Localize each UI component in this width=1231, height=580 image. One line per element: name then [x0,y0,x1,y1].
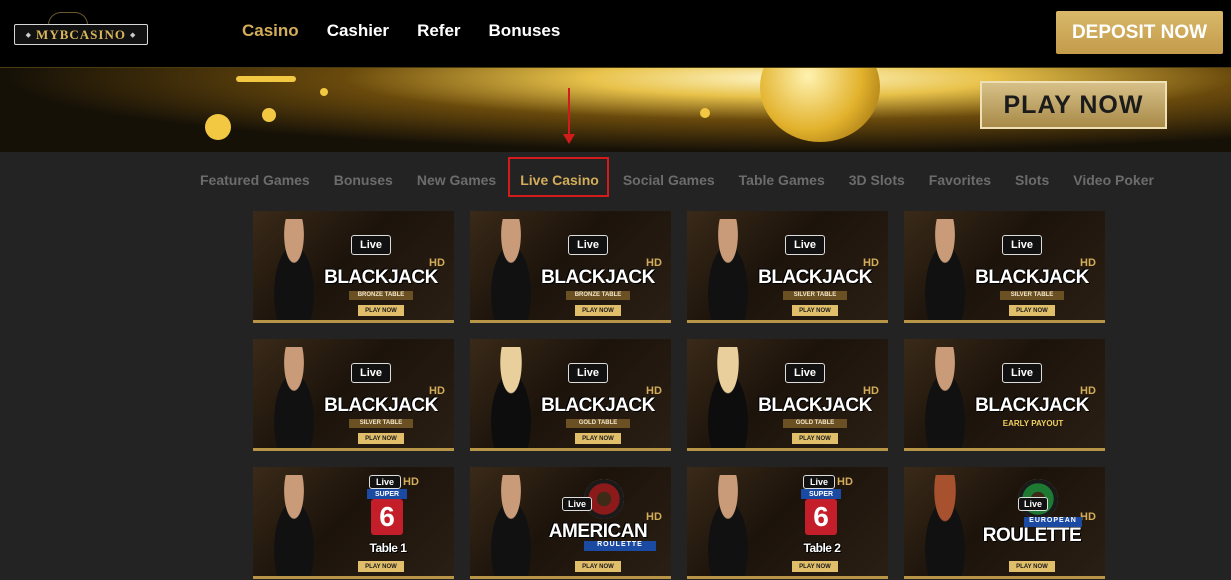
game-title: BLACKJACK [541,267,655,288]
tab-live-casino[interactable]: Live Casino [508,157,609,197]
hd-label: HD [837,476,853,488]
live-badge: Live [803,475,835,489]
annotation-arrow [568,88,570,138]
game-title: Table 2 [803,541,841,555]
tab-bonuses[interactable]: Bonuses [334,172,393,188]
hd-label: HD [403,476,419,488]
sparkle-decoration [262,108,276,122]
game-title: BLACKJACK [758,267,872,288]
tile-play-now-button[interactable]: PLAY NOW [575,305,621,316]
promo-banner[interactable]: PLAY NOW [0,67,1231,152]
table-label: BRONZE TABLE [349,291,413,300]
game-tile[interactable]: Live HD BLACKJACK GOLD TABLE PLAY NOW [470,339,671,451]
live-badge: Live [1002,235,1042,255]
game-title: ROULETTE [982,525,1082,546]
tab-social-games[interactable]: Social Games [623,172,715,188]
tab-video-poker[interactable]: Video Poker [1073,172,1154,188]
game-category-tabs: Featured Games Bonuses New Games Live Casin… [200,157,1178,197]
sparkle-decoration [205,114,231,140]
game-tile[interactable]: Live HD BLACKJACK SILVER TABLE PLAY NOW [253,339,454,451]
game-tile[interactable]: Live HD BLACKJACK BRONZE TABLE PLAY NOW [253,211,454,323]
table-label: SILVER TABLE [1000,291,1064,300]
deposit-now-button[interactable]: DEPOSIT NOW [1056,11,1223,54]
tile-play-now-button[interactable]: PLAY NOW [1009,561,1055,572]
six-badge: 6 [805,499,837,535]
table-label: BRONZE TABLE [566,291,630,300]
game-tile[interactable]: Live HD BLACKJACK GOLD TABLE PLAY NOW [687,339,888,451]
live-badge: Live [369,475,401,489]
game-tile[interactable]: SUPER 6 Live HD Table 1 PLAY NOW [253,467,454,579]
tile-play-now-button[interactable]: PLAY NOW [575,561,621,572]
game-tile[interactable]: Live HD BLACKJACK SILVER TABLE PLAY NOW [904,211,1105,323]
sparkle-decoration [700,108,710,118]
live-badge: Live [785,235,825,255]
live-badge: Live [568,363,608,383]
game-title: BLACKJACK [758,395,872,416]
tile-play-now-button[interactable]: PLAY NOW [792,433,838,444]
super-label: SUPER [367,489,407,499]
dealer-photo [263,475,325,576]
tile-play-now-button[interactable]: PLAY NOW [575,433,621,444]
live-badge: Live [351,363,391,383]
nav-item-cashier[interactable]: Cashier [327,21,389,41]
hd-label: HD [1080,511,1096,523]
game-title: AMERICAN [548,521,648,542]
game-tile[interactable]: SUPER 6 Live HD Table 2 PLAY NOW [687,467,888,579]
tab-favorites[interactable]: Favorites [929,172,991,188]
table-label: EARLY PAYOUT [1002,419,1064,428]
tab-slots[interactable]: Slots [1015,172,1049,188]
table-label: GOLD TABLE [566,419,630,428]
top-navigation-bar: ◆ MYBCASINO ◆ Casino Cashier Refer Bonuses … [0,0,1231,67]
nav-item-casino[interactable]: Casino [242,21,299,41]
game-title: BLACKJACK [324,267,438,288]
game-tile[interactable]: Live HD AMERICAN ROULETTE PLAY NOW [470,467,671,579]
banner-play-now-button[interactable]: PLAY NOW [980,81,1167,129]
diamond-icon: ◆ [129,30,137,39]
tile-play-now-button[interactable]: PLAY NOW [358,305,404,316]
site-logo[interactable]: ◆ MYBCASINO ◆ [14,24,148,45]
tab-new-games[interactable]: New Games [417,172,496,188]
game-tile[interactable]: Live HD BLACKJACK SILVER TABLE PLAY NOW [687,211,888,323]
game-tag: EUROPEAN [1024,517,1082,527]
live-badge: Live [1018,497,1048,511]
nav-item-bonuses[interactable]: Bonuses [489,21,561,41]
gold-ball-image [760,68,880,142]
table-label: SILVER TABLE [783,291,847,300]
tab-table-games[interactable]: Table Games [739,172,825,188]
live-badge: Live [785,363,825,383]
six-badge: 6 [371,499,403,535]
main-nav: Casino Cashier Refer Bonuses [242,21,560,41]
annotation-arrow-head [563,134,575,144]
game-title: BLACKJACK [975,395,1089,416]
game-title: Table 1 [369,541,407,555]
tile-play-now-button[interactable]: PLAY NOW [792,305,838,316]
sparkle-decoration [236,76,296,82]
tile-play-now-button[interactable]: PLAY NOW [358,433,404,444]
tile-play-now-button[interactable]: PLAY NOW [358,561,404,572]
tab-featured-games[interactable]: Featured Games [200,172,310,188]
nav-item-refer[interactable]: Refer [417,21,460,41]
table-label: GOLD TABLE [783,419,847,428]
live-badge: Live [562,497,592,511]
game-tile[interactable]: Live HD BLACKJACK BRONZE TABLE PLAY NOW [470,211,671,323]
tile-play-now-button[interactable]: PLAY NOW [792,561,838,572]
game-title: BLACKJACK [541,395,655,416]
table-label: SILVER TABLE [349,419,413,428]
tab-3d-slots[interactable]: 3D Slots [849,172,905,188]
game-title: BLACKJACK [975,267,1089,288]
tile-play-now-button[interactable]: PLAY NOW [1009,305,1055,316]
dealer-photo [697,475,759,576]
live-badge: Live [568,235,608,255]
logo-text: MYBCASINO [36,26,126,42]
diamond-icon: ◆ [25,30,33,39]
super-label: SUPER [801,489,841,499]
game-tag: ROULETTE [584,541,656,551]
game-tile[interactable]: Live HD BLACKJACK EARLY PAYOUT [904,339,1105,451]
game-grid: Live HD BLACKJACK BRONZE TABLE PLAY NOW Live H… [253,211,1105,579]
sparkle-decoration [320,88,328,96]
live-badge: Live [351,235,391,255]
game-title: BLACKJACK [324,395,438,416]
game-tile[interactable]: Live HD ROULETTE EUROPEAN PLAY NOW [904,467,1105,579]
live-badge: Live [1002,363,1042,383]
